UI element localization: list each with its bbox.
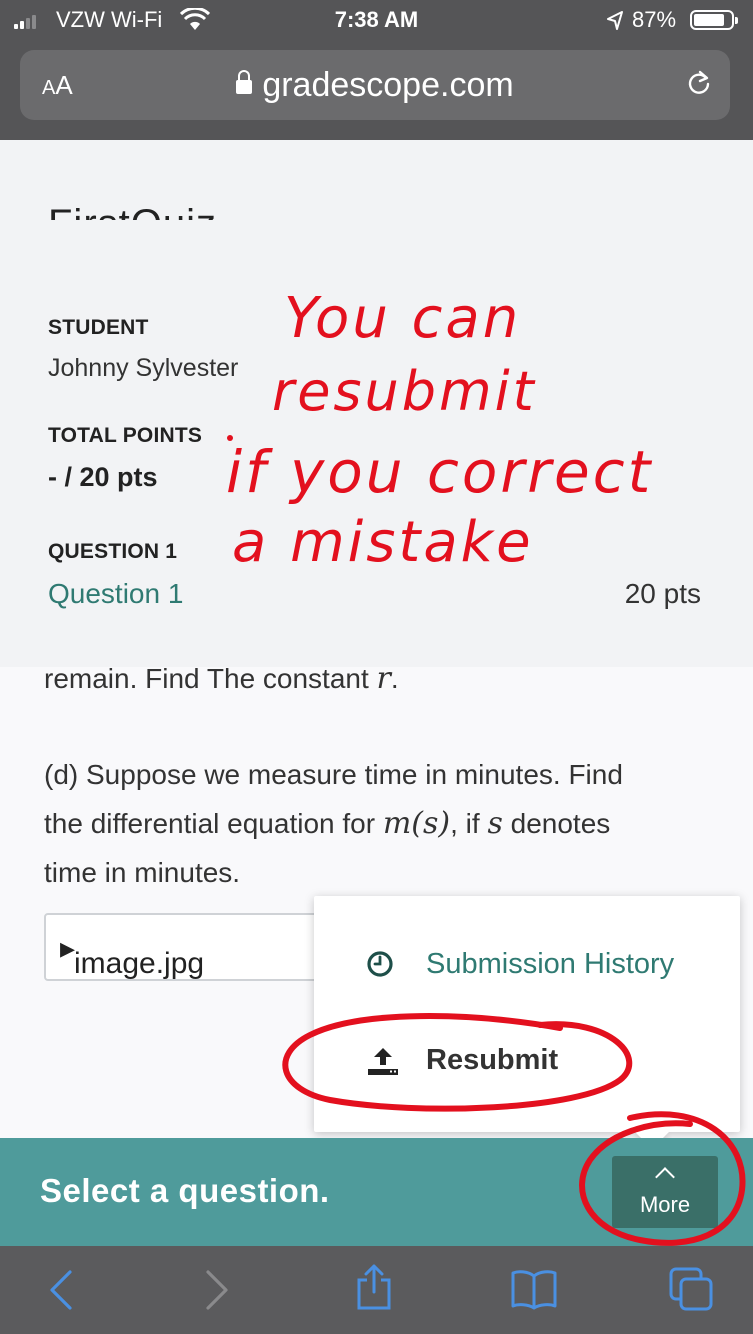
back-icon[interactable] — [46, 1268, 76, 1312]
resubmit-label: Resubmit — [426, 1044, 559, 1076]
address-bar[interactable]: AA gradescope.com — [20, 50, 730, 120]
question-text-fragment: . — [390, 663, 399, 694]
question-line: the differential equation for m(s), if s… — [44, 799, 724, 848]
title-cut-fragment: · · · · — [508, 202, 595, 246]
share-icon[interactable] — [354, 1262, 394, 1312]
battery-percent: 87% — [632, 7, 677, 32]
url-field[interactable]: gradescope.com — [20, 66, 730, 105]
attachment-label[interactable]: ▸ image.jpg — [60, 931, 204, 980]
forward-icon[interactable] — [202, 1268, 232, 1312]
question-text-fragment: remain. Find The constant — [44, 663, 377, 694]
resubmit-item[interactable]: Resubmit — [314, 1032, 740, 1092]
handwritten-note-line: a mistake — [232, 510, 534, 575]
question-text-fragment: denotes — [502, 808, 611, 839]
handwritten-note-line: You can — [284, 286, 522, 351]
question-text-fragment: the differential equation for — [44, 808, 383, 839]
battery-icon — [690, 10, 738, 30]
submission-history-item[interactable]: Submission History — [314, 936, 740, 996]
more-menu: Submission History Resubmit — [314, 896, 740, 1132]
more-label: More — [639, 1192, 691, 1217]
submission-history-label: Submission History — [426, 948, 675, 980]
total-points-label: TOTAL POINTS — [48, 424, 203, 447]
browser-chrome: VZW Wi-Fi 7:38 AM 87% AA gradescope.com — [0, 0, 753, 140]
handwritten-note-line: resubmit — [272, 360, 537, 423]
status-bar: VZW Wi-Fi 7:38 AM 87% — [0, 0, 753, 40]
math-variable: r — [376, 661, 391, 696]
upload-icon — [368, 1048, 398, 1075]
question-line: (d) Suppose we measure time in minutes. … — [44, 759, 623, 790]
question-part-d: (d) Suppose we measure time in minutes. … — [44, 750, 724, 897]
question-text-cut: remain. Find The constant r. — [44, 654, 724, 703]
location-arrow-icon — [607, 11, 623, 30]
handwritten-note-line: if you correct — [226, 438, 654, 506]
math-function: m(s) — [382, 806, 451, 841]
lock-icon — [236, 70, 253, 94]
question-points: 20 pts — [624, 578, 701, 609]
tabs-icon[interactable] — [668, 1266, 716, 1314]
question-line: time in minutes. — [44, 857, 241, 888]
more-button[interactable]: More — [612, 1156, 718, 1228]
bookmarks-icon[interactable] — [510, 1268, 558, 1310]
chevron-up-icon — [655, 1167, 675, 1187]
assignment-title: FirstQuiz — [48, 202, 217, 246]
url-text: gradescope.com — [262, 66, 514, 104]
browser-toolbar — [0, 1246, 753, 1334]
math-variable: s — [487, 806, 503, 841]
select-question-label[interactable]: Select a question. — [40, 1172, 330, 1210]
attachment-filename: image.jpg — [74, 947, 205, 980]
total-points-value: - / 20 pts — [48, 462, 158, 492]
question-link[interactable]: Question 1 — [48, 578, 183, 610]
student-name: Johnny Sylvester — [48, 354, 239, 382]
question-text-fragment: , if — [450, 808, 488, 839]
question-label: QUESTION 1 — [48, 540, 178, 563]
reload-icon[interactable] — [686, 70, 712, 96]
clock-icon — [367, 951, 393, 977]
student-label: STUDENT — [48, 316, 149, 339]
question-select-bar[interactable]: Select a question. More — [0, 1138, 753, 1246]
